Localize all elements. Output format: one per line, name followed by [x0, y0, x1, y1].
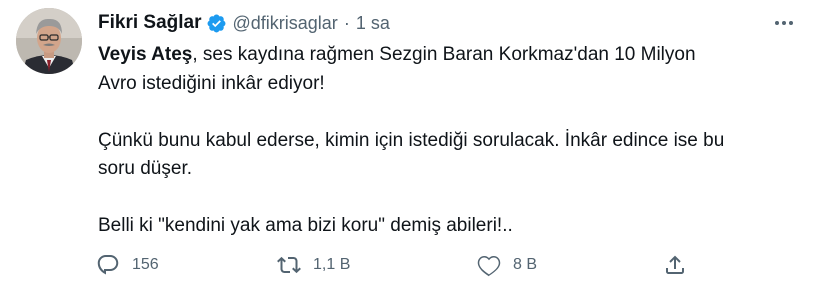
- tweet-line-2: Avro istediğini inkâr ediyor!: [98, 72, 325, 94]
- tweet-line-5: Belli ki "kendini yak ama bizi koru" dem…: [98, 215, 513, 236]
- more-options-icon[interactable]: [770, 12, 798, 34]
- share-button[interactable]: [663, 248, 687, 282]
- tweet-header: Fikri Sağlar @dfikrisaglar · 1 sa: [98, 10, 390, 36]
- share-icon: [666, 255, 684, 274]
- tweet-line-1: Veyis Ateş, ses kaydına rağmen Sezgin Ba…: [98, 41, 798, 70]
- avatar-image: [16, 8, 82, 74]
- separator-dot: ·: [343, 12, 350, 33]
- author-name[interactable]: Fikri Sağlar: [98, 12, 202, 34]
- reply-icon: [97, 255, 119, 275]
- tweet: Fikri Sağlar @dfikrisaglar · 1 sa Veyis …: [0, 0, 814, 297]
- reply-count: 156: [132, 256, 159, 273]
- heart-icon: [477, 256, 501, 277]
- avatar[interactable]: [16, 8, 82, 74]
- retweet-button[interactable]: 1,1 B: [277, 248, 350, 282]
- author-handle[interactable]: @dfikrisaglar: [233, 13, 338, 34]
- tweet-actions: 156 1,1 B 8 B: [90, 248, 700, 282]
- tweet-line-1-text: , ses kaydına rağmen Sezgin Baran Korkma…: [192, 44, 696, 65]
- like-count: 8 B: [513, 256, 538, 273]
- verified-badge-icon: [206, 13, 227, 34]
- retweet-icon: [277, 256, 301, 274]
- retweet-count: 1,1 B: [313, 256, 351, 273]
- tweet-timestamp[interactable]: 1 sa: [356, 13, 390, 34]
- tweet-line-3: Çünkü bunu kabul ederse, kimin için iste…: [98, 129, 725, 151]
- like-button[interactable]: 8 B: [477, 248, 537, 282]
- mention-link[interactable]: Veyis Ateş: [98, 44, 192, 65]
- tweet-line-4: soru düşer.: [98, 158, 192, 179]
- tweet-text: Veyis Ateş, ses kaydına rağmen Sezgin Ba…: [98, 41, 798, 241]
- reply-button[interactable]: 156: [96, 248, 159, 282]
